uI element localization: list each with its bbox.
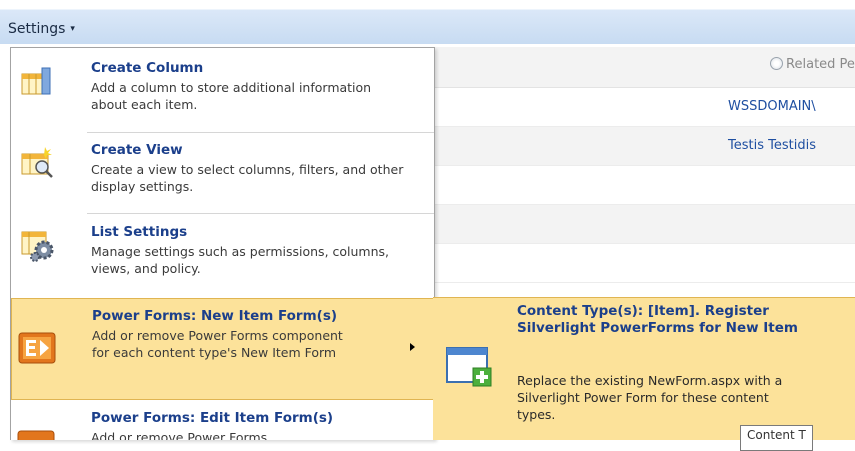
- menu-item-description: Add or remove Power Forms: [91, 430, 268, 440]
- tooltip: Content T: [740, 425, 813, 451]
- table-row: [433, 205, 855, 244]
- menu-item-description: Manage settings such as permissions, col…: [91, 244, 390, 276]
- submenu-content-type[interactable]: Content Type(s): [Item]. Register Silver…: [433, 297, 855, 440]
- person-link[interactable]: WSSDOMAIN\: [728, 99, 816, 114]
- table-row: WSSDOMAIN\: [433, 88, 855, 127]
- power-forms-icon: [18, 332, 56, 364]
- column-header-related-person[interactable]: Related Perso: [770, 57, 855, 72]
- power-forms-icon: [17, 430, 55, 440]
- menu-item-list-settings[interactable]: List Settings Manage settings such as pe…: [11, 214, 434, 297]
- menu-item-power-forms-edit-item[interactable]: Power Forms: Edit Item Form(s) Add or re…: [11, 401, 434, 440]
- menu-item-create-view[interactable]: Create View Create a view to select colu…: [11, 133, 434, 213]
- settings-label: Settings: [8, 21, 66, 37]
- menu-item-description: Create a view to select columns, filters…: [91, 162, 404, 194]
- radio-icon: [770, 57, 784, 70]
- menu-item-title: Power Forms: Edit Item Form(s): [91, 410, 334, 426]
- menu-item-title: Power Forms: New Item Form(s): [92, 308, 338, 324]
- menu-item-description: Add or remove Power Forms component for …: [92, 328, 343, 360]
- submenu-arrow-icon: [410, 343, 415, 351]
- table-row: Testis Testidis: [433, 127, 855, 166]
- menu-item-title: Create Column: [91, 60, 204, 76]
- table-row: [433, 166, 855, 205]
- menu-item-power-forms-new-item[interactable]: Power Forms: New Item Form(s) Add or rem…: [11, 298, 434, 400]
- menu-item-title: List Settings: [91, 224, 188, 240]
- menu-item-description: Add a column to store additional informa…: [91, 80, 372, 112]
- column-icon: [21, 67, 51, 95]
- list-settings-icon: [21, 231, 54, 262]
- settings-dropdown-menu: Create Column Add a column to store addi…: [10, 47, 435, 440]
- chevron-down-icon: ▾: [70, 24, 75, 34]
- menu-item-title: Create View: [91, 142, 183, 158]
- person-link[interactable]: Testis Testidis: [728, 138, 816, 153]
- submenu-description: Replace the existing NewForm.aspx with a…: [517, 373, 783, 422]
- view-icon: [21, 147, 53, 178]
- table-row: [433, 244, 855, 283]
- menu-item-create-column[interactable]: Create Column Add a column to store addi…: [11, 48, 434, 132]
- list-header: Related Perso: [433, 47, 855, 88]
- add-form-icon: [446, 347, 492, 387]
- toolbar: Settings ▾: [0, 0, 855, 44]
- settings-menu-button[interactable]: Settings ▾: [8, 17, 75, 41]
- submenu-title: Content Type(s): [Item]. Register Silver…: [517, 303, 798, 336]
